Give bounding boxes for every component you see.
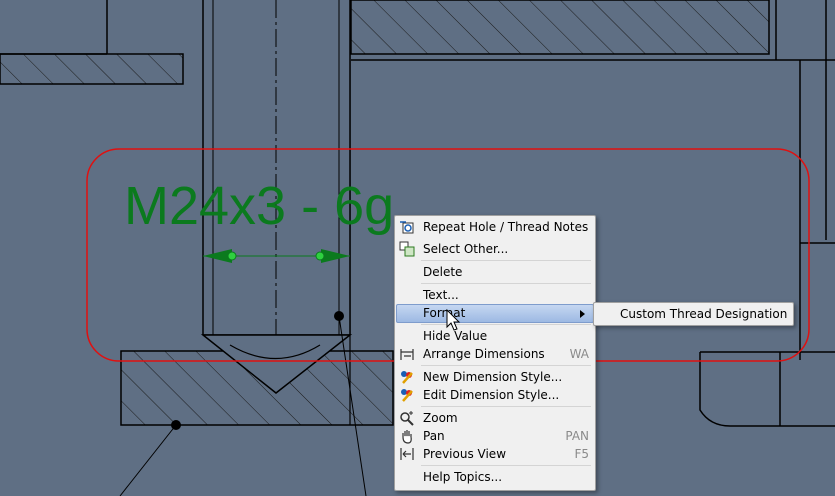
- menu-item-label: Arrange Dimensions: [423, 347, 545, 361]
- menu-separator: [421, 465, 591, 466]
- pan-icon: [402, 430, 412, 444]
- menu-item-repeat-notes[interactable]: Repeat Hole / Thread Notes: [397, 218, 593, 236]
- menu-item-format[interactable]: Format: [396, 304, 594, 323]
- menu-separator: [421, 406, 591, 407]
- menu-separator: [421, 260, 591, 261]
- previous-view-icon: [400, 448, 414, 460]
- menu-item-shortcut: WA: [569, 347, 589, 361]
- menu-item-hide-value[interactable]: Hide Value: [397, 327, 593, 345]
- menu-item-arrange-dimensions[interactable]: Arrange Dimensions WA: [397, 345, 593, 363]
- menu-item-label: Zoom: [423, 411, 458, 425]
- menu-item-label: Delete: [423, 265, 463, 279]
- format-submenu: Custom Thread Designation: [593, 302, 794, 326]
- menu-item-label: Edit Dimension Style...: [423, 388, 560, 402]
- repeat-notes-icon: [400, 221, 414, 234]
- menu-item-pan[interactable]: Pan PAN: [397, 427, 593, 445]
- menu-item-shortcut: F5: [574, 447, 589, 461]
- menu-item-delete[interactable]: Delete: [397, 263, 593, 281]
- right-edge: [699, 0, 835, 427]
- upper-left-section: [0, 0, 184, 85]
- menu-item-label: Previous View: [423, 447, 507, 461]
- menu-item-label: Repeat Hole / Thread Notes: [423, 220, 589, 234]
- menu-separator: [421, 365, 591, 366]
- menu-item-label: Select Other...: [423, 242, 509, 256]
- menu-item-shortcut: PAN: [565, 429, 589, 443]
- menu-item-select-other[interactable]: Select Other...: [397, 240, 593, 258]
- menu-item-label: Help Topics...: [423, 470, 503, 484]
- menu-separator: [421, 283, 591, 284]
- zoom-icon: [400, 411, 414, 426]
- menu-item-zoom[interactable]: Zoom: [397, 409, 593, 427]
- context-menu: Repeat Hole / Thread Notes Select Other.…: [394, 215, 596, 491]
- menu-item-text[interactable]: Text...: [397, 286, 593, 304]
- mouse-cursor-icon: [446, 309, 461, 331]
- menu-item-label: Pan: [423, 429, 445, 443]
- thread-note-text[interactable]: M24x3 - 6g: [124, 176, 394, 236]
- upper-right-section: [350, 0, 835, 61]
- arrange-dimensions-icon: [400, 349, 414, 360]
- select-other-icon: [399, 241, 415, 257]
- new-dimension-style-icon: [401, 371, 413, 384]
- edit-dimension-style-icon: [401, 389, 413, 402]
- menu-item-previous-view[interactable]: Previous View F5: [397, 445, 593, 463]
- menu-item-new-dimension-style[interactable]: New Dimension Style...: [397, 368, 593, 386]
- menu-item-edit-dimension-style[interactable]: Edit Dimension Style...: [397, 386, 593, 404]
- submenu-item-custom-thread-designation[interactable]: Custom Thread Designation: [620, 305, 787, 323]
- menu-item-help-topics[interactable]: Help Topics...: [397, 468, 593, 486]
- menu-item-label: Text...: [423, 288, 459, 302]
- submenu-arrow-icon: [580, 310, 585, 318]
- menu-item-label: New Dimension Style...: [423, 370, 563, 384]
